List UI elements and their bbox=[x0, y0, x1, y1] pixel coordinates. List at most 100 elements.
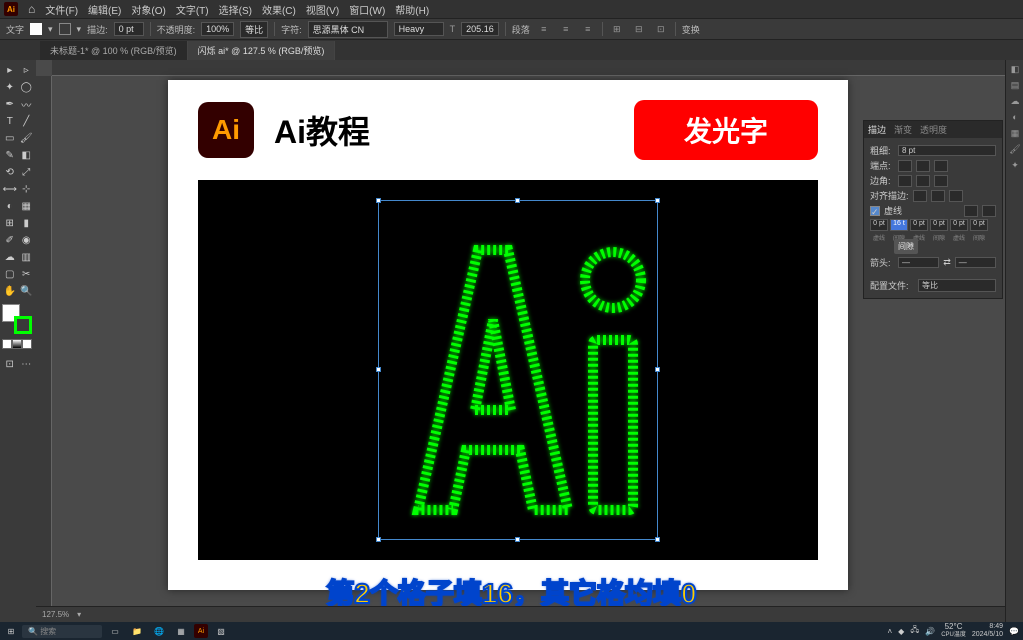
menu-view[interactable]: 视图(V) bbox=[306, 2, 339, 17]
gradient-tool-icon[interactable]: ▮ bbox=[19, 215, 35, 231]
swatches-icon[interactable]: ▦ bbox=[1008, 128, 1022, 142]
dash-align2-icon[interactable] bbox=[982, 205, 996, 217]
align-left-icon[interactable]: ≡ bbox=[536, 21, 552, 37]
paragraph-label[interactable]: 段落 bbox=[512, 23, 530, 36]
selection-handle-icon[interactable] bbox=[376, 367, 381, 372]
font-size-input[interactable]: 205.16 bbox=[461, 22, 499, 36]
cap-butt-icon[interactable] bbox=[898, 160, 912, 172]
corner-round-icon[interactable] bbox=[916, 175, 930, 187]
distribute-icon[interactable]: ⊡ bbox=[653, 21, 669, 37]
menu-edit[interactable]: 编辑(E) bbox=[88, 2, 121, 17]
zoom-input[interactable]: 127.5% bbox=[42, 610, 69, 619]
shaper-tool-icon[interactable]: ✎ bbox=[2, 147, 18, 163]
font-name-dropdown[interactable]: 思源黑体 CN bbox=[308, 21, 388, 38]
type-tool-icon[interactable]: T bbox=[2, 113, 18, 129]
scale-tool-icon[interactable]: ⤢ bbox=[19, 164, 35, 180]
fill-swatch-icon[interactable] bbox=[30, 23, 42, 35]
dash-input-3[interactable]: 0 pt bbox=[910, 219, 928, 231]
glow-ai-text[interactable] bbox=[398, 230, 658, 525]
align-inside-icon[interactable] bbox=[931, 190, 945, 202]
arrow-start-dropdown[interactable]: — bbox=[898, 257, 939, 268]
network-icon[interactable]: 🖧 bbox=[910, 624, 919, 638]
artboard[interactable]: Ai Ai教程 发光字 bbox=[168, 80, 848, 590]
direct-selection-tool-icon[interactable]: ▹ bbox=[19, 62, 35, 78]
menu-effect[interactable]: 效果(C) bbox=[262, 2, 296, 17]
curvature-tool-icon[interactable]: 〰 bbox=[19, 96, 35, 112]
align-right-icon[interactable]: ≡ bbox=[580, 21, 596, 37]
tab-stroke[interactable]: 描边 bbox=[868, 123, 886, 136]
style-dropdown[interactable]: 等比 bbox=[240, 21, 268, 38]
zoom-tool-icon[interactable]: 🔍 bbox=[19, 283, 35, 299]
dash-checkbox[interactable]: ✓ bbox=[870, 206, 880, 216]
align-icon[interactable]: ⊟ bbox=[631, 21, 647, 37]
shape-builder-tool-icon[interactable]: ◐ bbox=[2, 198, 18, 214]
selection-handle-icon[interactable] bbox=[655, 537, 660, 542]
gradient-mode-icon[interactable] bbox=[12, 339, 22, 349]
weight-input[interactable]: 8 pt bbox=[898, 145, 996, 156]
dash-input-1[interactable]: 0 pt bbox=[870, 219, 888, 231]
tab-gradient[interactable]: 渐变 bbox=[894, 123, 912, 136]
volume-icon[interactable]: 🔊 bbox=[925, 627, 935, 636]
explorer-icon[interactable]: 📁 bbox=[128, 624, 146, 638]
font-weight-dropdown[interactable]: Heavy bbox=[394, 22, 444, 36]
graph-tool-icon[interactable]: ▥ bbox=[19, 249, 35, 265]
blend-tool-icon[interactable]: ◉ bbox=[19, 232, 35, 248]
zoom-dropdown-icon[interactable]: ▾ bbox=[77, 610, 81, 619]
magic-wand-tool-icon[interactable]: ✦ bbox=[2, 79, 18, 95]
transform-label[interactable]: 变换 bbox=[682, 23, 700, 36]
options-icon[interactable]: ⊞ bbox=[609, 21, 625, 37]
document-tab-1[interactable]: 未标题-1* @ 100 % (RGB/预览) bbox=[40, 41, 188, 60]
menu-window[interactable]: 窗口(W) bbox=[349, 2, 385, 17]
cap-round-icon[interactable] bbox=[916, 160, 930, 172]
lasso-tool-icon[interactable]: ◯ bbox=[19, 79, 35, 95]
tray-icon[interactable]: ◆ bbox=[898, 627, 904, 636]
eraser-tool-icon[interactable]: ◧ bbox=[19, 147, 35, 163]
opacity-input[interactable]: 100% bbox=[201, 22, 234, 36]
edit-toolbar-icon[interactable]: ⋯ bbox=[19, 356, 35, 372]
pen-tool-icon[interactable]: ✒ bbox=[2, 96, 18, 112]
notification-icon[interactable]: 💬 bbox=[1009, 627, 1019, 636]
taskbar-search[interactable]: 🔍 搜索 bbox=[22, 625, 102, 638]
menu-help[interactable]: 帮助(H) bbox=[395, 2, 429, 17]
selection-handle-icon[interactable] bbox=[515, 537, 520, 542]
paintbrush-tool-icon[interactable]: 🖌 bbox=[19, 130, 35, 146]
app-icon[interactable]: ▦ bbox=[172, 624, 190, 638]
menu-file[interactable]: 文件(F) bbox=[45, 2, 78, 17]
selection-handle-icon[interactable] bbox=[376, 198, 381, 203]
stroke-weight-input[interactable]: 0 pt bbox=[114, 22, 144, 36]
arrow-end-dropdown[interactable]: — bbox=[955, 257, 996, 268]
align-outside-icon[interactable] bbox=[949, 190, 963, 202]
selection-handle-icon[interactable] bbox=[655, 198, 660, 203]
cap-square-icon[interactable] bbox=[934, 160, 948, 172]
selection-handle-icon[interactable] bbox=[376, 537, 381, 542]
slice-tool-icon[interactable]: ✂ bbox=[19, 266, 35, 282]
tray-chevron-icon[interactable]: ˄ bbox=[887, 627, 892, 636]
stroke-dropdown-icon[interactable]: ▾ bbox=[77, 24, 82, 35]
none-mode-icon[interactable] bbox=[22, 339, 32, 349]
artboard-tool-icon[interactable]: ▢ bbox=[2, 266, 18, 282]
dash-input-6[interactable]: 0 pt bbox=[970, 219, 988, 231]
eyedropper-tool-icon[interactable]: ✐ bbox=[2, 232, 18, 248]
menu-select[interactable]: 选择(S) bbox=[219, 2, 252, 17]
corner-bevel-icon[interactable] bbox=[934, 175, 948, 187]
selection-tool-icon[interactable]: ▸ bbox=[2, 62, 18, 78]
menu-object[interactable]: 对象(O) bbox=[131, 2, 165, 17]
dash-input-5[interactable]: 0 pt bbox=[950, 219, 968, 231]
color-icon[interactable]: ◐ bbox=[1008, 112, 1022, 126]
align-center-icon[interactable] bbox=[913, 190, 927, 202]
align-center-icon[interactable]: ≡ bbox=[558, 21, 574, 37]
hand-tool-icon[interactable]: ✋ bbox=[2, 283, 18, 299]
tab-transparency[interactable]: 透明度 bbox=[920, 123, 947, 136]
perspective-tool-icon[interactable]: ▦ bbox=[19, 198, 35, 214]
dash-input-4[interactable]: 0 pt bbox=[930, 219, 948, 231]
profile-dropdown[interactable]: 等比 bbox=[918, 279, 996, 292]
symbol-tool-icon[interactable]: ☁ bbox=[2, 249, 18, 265]
fill-dropdown-icon[interactable]: ▾ bbox=[48, 24, 53, 35]
screen-mode-icon[interactable]: ⊡ bbox=[2, 356, 18, 372]
swap-arrow-icon[interactable]: ⇄ bbox=[943, 257, 951, 268]
document-tab-2[interactable]: 闪烁 ai* @ 127.5 % (RGB/预览) bbox=[188, 41, 336, 60]
stroke-color-icon[interactable] bbox=[14, 316, 32, 334]
width-tool-icon[interactable]: ⟷ bbox=[2, 181, 18, 197]
taskbar-ai-icon[interactable]: Ai bbox=[194, 624, 208, 638]
menu-type[interactable]: 文字(T) bbox=[176, 2, 209, 17]
